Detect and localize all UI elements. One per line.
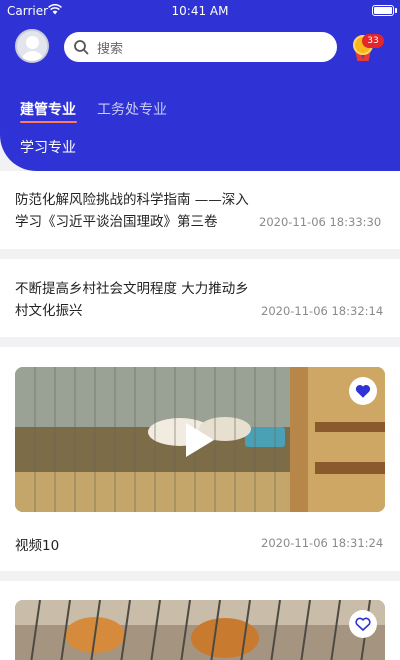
- favorite-heart-icon[interactable]: [349, 377, 377, 405]
- video-title: 视频10: [15, 538, 60, 554]
- search-placeholder: 搜索: [97, 42, 124, 57]
- video-card[interactable]: [0, 581, 400, 660]
- article-title: 防范化解风险挑战的科学指南 ——深入学习《习近平谈治国理政》第三卷: [15, 192, 249, 230]
- clock: 10:41 AM: [171, 4, 229, 18]
- medal-count-badge: 33: [362, 34, 384, 48]
- search-icon: [74, 40, 89, 55]
- tab-gongwuchu[interactable]: 工务处专业: [97, 99, 167, 119]
- search-bar[interactable]: 搜索: [64, 32, 337, 62]
- tab-xuexi[interactable]: 学习专业: [20, 137, 76, 157]
- list-item[interactable]: 防范化解风险挑战的科学指南 ——深入学习《习近平谈治国理政》第三卷 2020-1…: [0, 171, 400, 249]
- video-card[interactable]: 视频10 2020-11-06 18:31:24: [0, 347, 400, 571]
- list-item[interactable]: 不断提高乡村社会文明程度 大力推动乡村文化振兴 2020-11-06 18:32…: [0, 259, 400, 337]
- battery-icon: [372, 5, 394, 16]
- video-thumbnail[interactable]: [15, 367, 385, 512]
- video-thumbnail[interactable]: [15, 600, 385, 660]
- favorite-heart-outline-icon[interactable]: [349, 610, 377, 638]
- avatar[interactable]: [15, 29, 49, 63]
- timestamp: 2020-11-06 18:32:14: [261, 304, 384, 318]
- status-bar: Carrier 10:41 AM: [0, 0, 400, 22]
- article-title: 不断提高乡村社会文明程度 大力推动乡村文化振兴: [15, 281, 249, 319]
- tab-active-indicator: [20, 121, 77, 123]
- tab-jianguan[interactable]: 建管专业: [20, 99, 76, 119]
- header: Carrier 10:41 AM 搜索 33 建管专业 工务处专业 学习专业: [0, 0, 400, 171]
- timestamp: 2020-11-06 18:33:30: [259, 215, 382, 229]
- play-icon[interactable]: [186, 423, 214, 457]
- timestamp: 2020-11-06 18:31:24: [261, 536, 384, 550]
